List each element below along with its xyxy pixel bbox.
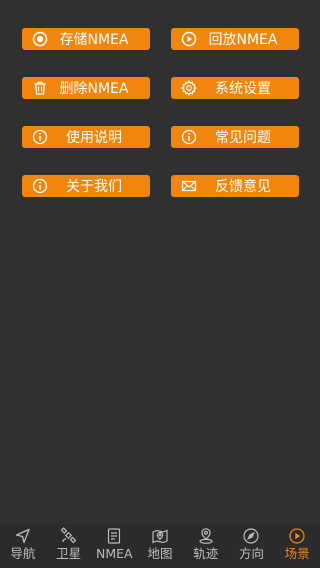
- bottom-tab-bar: 导航 卫星 NMEA 地图 轨迹 方向 场景: [0, 524, 320, 568]
- info-circle-icon: [181, 129, 197, 145]
- replay-nmea-label: 回放NMEA: [208, 32, 278, 48]
- about-us-button[interactable]: 关于我们: [22, 175, 150, 197]
- satellite-icon: [60, 527, 78, 545]
- compass-icon: [242, 527, 260, 545]
- tab-satellite[interactable]: 卫星: [46, 524, 92, 568]
- feedback-label: 反馈意见: [215, 179, 271, 195]
- mail-icon: [181, 178, 197, 194]
- replay-nmea-button[interactable]: 回放NMEA: [171, 28, 299, 50]
- instructions-label: 使用说明: [66, 130, 122, 146]
- save-nmea-label: 存储NMEA: [59, 32, 129, 48]
- tab-nmea[interactable]: NMEA: [91, 524, 137, 568]
- play-circle-icon: [288, 527, 306, 545]
- faq-label: 常见问题: [215, 130, 271, 146]
- tab-track[interactable]: 轨迹: [183, 524, 229, 568]
- play-circle-icon: [181, 31, 197, 47]
- feedback-button[interactable]: 反馈意见: [171, 175, 299, 197]
- trash-icon: [32, 80, 48, 96]
- navigation-arrow-icon: [14, 527, 32, 545]
- system-settings-button[interactable]: 系统设置: [171, 77, 299, 99]
- location-pin-icon: [197, 527, 215, 545]
- info-circle-icon: [32, 178, 48, 194]
- tab-map[interactable]: 地图: [137, 524, 183, 568]
- tab-label: 导航: [10, 546, 36, 561]
- tab-direction[interactable]: 方向: [229, 524, 275, 568]
- save-nmea-button[interactable]: 存储NMEA: [22, 28, 150, 50]
- instructions-button[interactable]: 使用说明: [22, 126, 150, 148]
- tab-label: 方向: [238, 546, 264, 561]
- tab-label: 卫星: [56, 546, 82, 561]
- faq-button[interactable]: 常见问题: [171, 126, 299, 148]
- tab-label: 地图: [147, 546, 173, 561]
- screen: 存储NMEA 回放NMEA 删除NMEA 系统设置 使用说明 常见问题 关于我们…: [0, 0, 320, 568]
- tab-scene[interactable]: 场景: [274, 524, 320, 568]
- record-circle-icon: [32, 31, 48, 47]
- delete-nmea-button[interactable]: 删除NMEA: [22, 77, 150, 99]
- tab-label: 场景: [284, 546, 310, 561]
- tab-label: NMEA: [96, 546, 133, 561]
- system-settings-label: 系统设置: [215, 81, 271, 97]
- tab-label: 轨迹: [193, 546, 219, 561]
- document-icon: [105, 527, 123, 545]
- tab-navigation[interactable]: 导航: [0, 524, 46, 568]
- delete-nmea-label: 删除NMEA: [59, 81, 129, 97]
- info-circle-icon: [32, 129, 48, 145]
- gear-icon: [181, 80, 197, 96]
- map-pin-icon: [151, 527, 169, 545]
- about-us-label: 关于我们: [66, 179, 122, 195]
